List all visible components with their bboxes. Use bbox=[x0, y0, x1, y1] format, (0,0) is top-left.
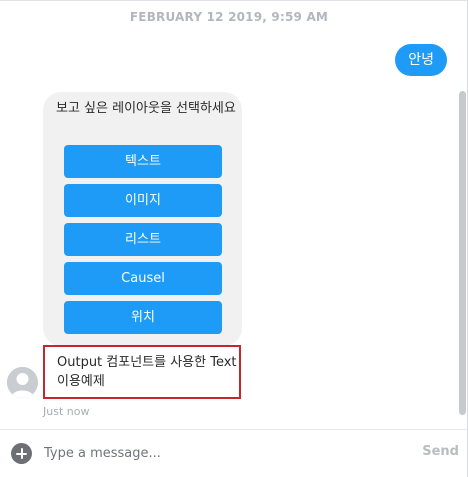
message-input[interactable] bbox=[44, 442, 404, 464]
layout-button-text[interactable]: 텍스트 bbox=[64, 145, 222, 178]
layout-button-list[interactable]: 리스트 bbox=[64, 223, 222, 256]
message-status: Just now bbox=[43, 405, 90, 418]
user-message-bubble: 안녕 bbox=[395, 44, 447, 76]
scrollbar[interactable] bbox=[459, 91, 466, 415]
chat-window: FEBRUARY 12 2019, 9:59 AM 안녕 보고 싶은 레이아웃을… bbox=[0, 0, 468, 477]
scrollbar-thumb[interactable] bbox=[459, 91, 466, 415]
bot-text-message: Output 컴포넌트를 사용한 Text 이용예제 bbox=[43, 345, 241, 399]
layout-button-image[interactable]: 이미지 bbox=[64, 184, 222, 217]
conversation-timestamp: FEBRUARY 12 2019, 9:59 AM bbox=[129, 10, 329, 24]
bot-layout-card: 보고 싶은 레이아웃을 선택하세요 텍스트 이미지 리스트 Causel 위치 bbox=[43, 92, 242, 346]
user-avatar-icon bbox=[7, 367, 38, 398]
avatar-silhouette-icon bbox=[7, 367, 38, 398]
plus-circle-icon[interactable] bbox=[11, 443, 32, 464]
bot-prompt-text: 보고 싶은 레이아웃을 선택하세요 bbox=[56, 101, 236, 116]
message-composer: Send bbox=[0, 429, 467, 477]
layout-button-location[interactable]: 위치 bbox=[64, 301, 222, 334]
send-button[interactable]: Send bbox=[422, 444, 459, 459]
layout-button-carousel[interactable]: Causel bbox=[64, 262, 222, 295]
bot-message-text: Output 컴포넌트를 사용한 Text 이용예제 bbox=[57, 355, 237, 389]
